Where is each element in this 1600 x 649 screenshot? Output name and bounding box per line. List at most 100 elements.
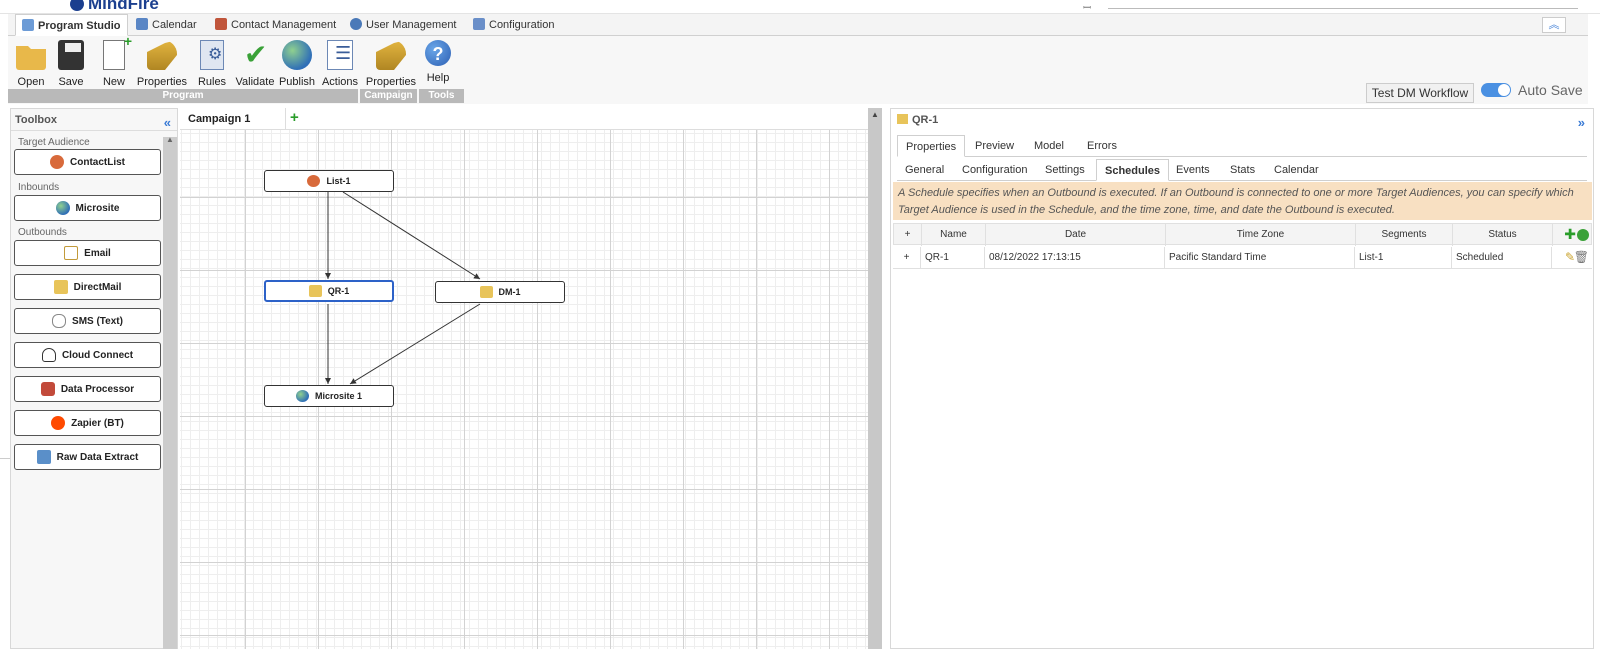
tab-preview[interactable]: Preview bbox=[967, 135, 1022, 157]
rules-button[interactable]: Rules bbox=[189, 38, 235, 90]
help-button[interactable]: Help bbox=[415, 38, 461, 90]
divider bbox=[0, 458, 10, 459]
toolbox-scrollbar[interactable] bbox=[163, 135, 177, 649]
contactlist-icon bbox=[50, 155, 64, 169]
tab-user-management[interactable]: User Management bbox=[350, 14, 457, 36]
tab-properties[interactable]: Properties bbox=[897, 135, 966, 157]
toolbox-title: Toolbox « bbox=[11, 109, 177, 131]
col-name[interactable]: Name bbox=[922, 224, 986, 246]
properties-icon bbox=[147, 40, 177, 70]
node-qr-1[interactable]: QR-1 bbox=[264, 280, 394, 302]
tab-program-studio[interactable]: Program Studio bbox=[15, 14, 128, 36]
node-microsite-1[interactable]: Microsite 1 bbox=[264, 385, 394, 407]
subtab-stats[interactable]: Stats bbox=[1222, 159, 1263, 181]
col-expand[interactable]: + bbox=[894, 224, 922, 246]
directmail-icon bbox=[897, 114, 908, 124]
row-expand[interactable]: + bbox=[893, 247, 921, 269]
toolbox-item-email[interactable]: Email bbox=[14, 240, 161, 266]
toolbox-item-zapier[interactable]: Zapier (BT) bbox=[14, 410, 161, 436]
toolbox-panel: Toolbox « Target Audience ContactList Inb… bbox=[10, 108, 178, 649]
tab-campaign-1[interactable]: Campaign 1 bbox=[180, 108, 286, 130]
section-outbounds: Outbounds bbox=[18, 227, 67, 238]
toolbox-item-microsite[interactable]: Microsite bbox=[14, 195, 161, 221]
tab-errors[interactable]: Errors bbox=[1079, 135, 1125, 157]
tab-calendar[interactable]: Calendar bbox=[136, 14, 197, 36]
ribbon-toolbar: Open Save New Properties Rules Validate … bbox=[8, 33, 1588, 104]
cell-status: Scheduled bbox=[1452, 247, 1552, 269]
canvas-scrollbar[interactable] bbox=[868, 108, 882, 649]
actions-icon bbox=[327, 40, 353, 70]
brand-logo: MindFire bbox=[70, 0, 159, 14]
publish-button[interactable]: Publish bbox=[274, 38, 320, 90]
new-button[interactable]: New bbox=[91, 33, 137, 90]
checkmark-icon bbox=[240, 38, 270, 71]
cell-segments: List-1 bbox=[1355, 247, 1452, 269]
toolbox-item-contactlist[interactable]: ContactList bbox=[14, 149, 161, 175]
group-tools: Tools bbox=[419, 89, 464, 103]
tab-configuration[interactable]: Configuration bbox=[473, 14, 554, 36]
add-schedule-icon[interactable]: ✚ bbox=[1564, 226, 1576, 243]
toolbox-item-cloud-connect[interactable]: Cloud Connect bbox=[14, 342, 161, 368]
toolbox-item-data-processor[interactable]: Data Processor bbox=[14, 376, 161, 402]
folder-icon bbox=[16, 46, 46, 70]
delete-icon[interactable]: 🗑 bbox=[1574, 250, 1589, 264]
section-target-audience: Target Audience bbox=[18, 137, 90, 148]
toolbox-item-raw-data-extract[interactable]: Raw Data Extract bbox=[14, 444, 161, 470]
program-properties-button[interactable]: Properties bbox=[133, 38, 191, 90]
calendar-icon bbox=[136, 18, 148, 30]
node-dm-1[interactable]: DM-1 bbox=[435, 281, 565, 303]
col-segments[interactable]: Segments bbox=[1356, 224, 1453, 246]
schedule-info-banner: A Schedule specifies when an Outbound is… bbox=[893, 182, 1592, 220]
directmail-icon bbox=[479, 286, 493, 298]
tab-model[interactable]: Model bbox=[1026, 135, 1072, 157]
section-inbounds: Inbounds bbox=[18, 182, 60, 193]
globe-icon bbox=[295, 390, 309, 402]
subtab-calendar[interactable]: Calendar bbox=[1266, 159, 1327, 181]
auto-save-label: Auto Save bbox=[1518, 82, 1583, 98]
toolbox-item-sms[interactable]: SMS (Text) bbox=[14, 308, 161, 334]
subtab-events[interactable]: Events bbox=[1168, 159, 1218, 181]
cloud-icon bbox=[41, 348, 56, 362]
table-row[interactable]: + QR-1 08/12/2022 17:13:15 Pacific Stand… bbox=[893, 247, 1592, 269]
subtab-settings[interactable]: Settings bbox=[1037, 159, 1093, 181]
database-icon bbox=[40, 382, 55, 396]
tab-contact-management[interactable]: Contact Management bbox=[215, 14, 336, 36]
node-list-1[interactable]: List-1 bbox=[264, 170, 394, 192]
actions-button[interactable]: Actions bbox=[317, 38, 363, 90]
add-campaign-icon[interactable]: + bbox=[290, 109, 299, 126]
auto-save-toggle[interactable] bbox=[1481, 83, 1511, 97]
validate-button[interactable]: Validate bbox=[232, 38, 278, 90]
globe-icon bbox=[55, 201, 70, 215]
floppy-icon bbox=[58, 40, 84, 70]
col-status[interactable]: Status bbox=[1453, 224, 1553, 246]
schedule-table-header: + Name Date Time Zone Segments Status ✚ bbox=[893, 223, 1592, 246]
test-dm-workflow-button[interactable]: Test DM Workflow bbox=[1366, 83, 1474, 103]
contacts-icon bbox=[215, 18, 227, 30]
collapse-toolbox-icon[interactable]: « bbox=[164, 112, 171, 134]
toolbox-item-directmail[interactable]: DirectMail bbox=[14, 274, 161, 300]
campaign-properties-button[interactable]: Properties bbox=[362, 38, 420, 90]
col-date[interactable]: Date bbox=[986, 224, 1166, 246]
cell-date: 08/12/2022 17:13:15 bbox=[985, 247, 1165, 269]
col-timezone[interactable]: Time Zone bbox=[1166, 224, 1356, 246]
zapier-icon bbox=[51, 416, 66, 430]
chat-bubble-icon bbox=[52, 314, 67, 328]
extract-icon bbox=[36, 450, 51, 464]
new-file-icon bbox=[103, 33, 132, 70]
subtab-general[interactable]: General bbox=[897, 159, 952, 181]
refresh-icon[interactable] bbox=[1577, 229, 1589, 241]
panel-subtabs: General Configuration Settings Schedules… bbox=[897, 159, 1587, 181]
directmail-icon bbox=[53, 280, 68, 294]
subtab-schedules[interactable]: Schedules bbox=[1096, 159, 1170, 181]
user-icon[interactable]: ꟷ bbox=[1083, 0, 1091, 14]
collapse-ribbon-button[interactable]: ︽ bbox=[1542, 17, 1566, 33]
subtab-configuration[interactable]: Configuration bbox=[954, 159, 1035, 181]
expand-panel-icon[interactable]: » bbox=[1578, 112, 1585, 134]
save-button[interactable]: Save bbox=[48, 38, 94, 90]
search-input[interactable] bbox=[1108, 8, 1578, 9]
program-studio-icon bbox=[22, 19, 34, 31]
rules-icon bbox=[200, 40, 224, 70]
user-icon bbox=[350, 18, 362, 30]
group-program: Program bbox=[8, 89, 358, 103]
contactlist-icon bbox=[307, 175, 321, 187]
